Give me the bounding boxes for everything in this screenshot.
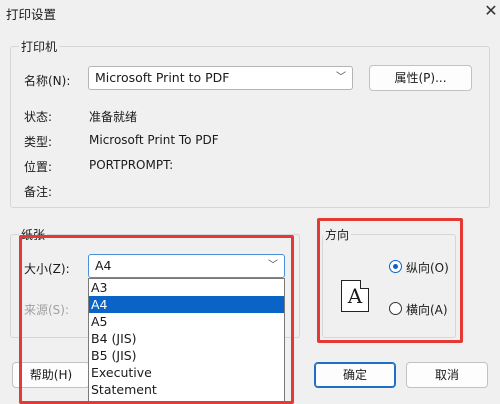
paper-option[interactable]: A3: [89, 279, 284, 296]
printer-name-label: 名称(N):: [24, 74, 71, 88]
paper-size-select[interactable]: A4 ﹀: [88, 254, 285, 278]
portrait-label[interactable]: 纵向(O): [406, 259, 449, 276]
status-value: 准备就绪: [89, 110, 138, 124]
location-value: PORTPROMPT:: [89, 158, 174, 172]
paper-option[interactable]: Statement: [89, 381, 284, 398]
paper-size-value: A4: [95, 258, 112, 273]
paper-option[interactable]: B5 (JIS): [89, 347, 284, 364]
printer-name-value: Microsoft Print to PDF: [95, 70, 230, 85]
paper-size-label: 大小(Z):: [24, 262, 70, 276]
printer-name-select[interactable]: Microsoft Print to PDF ﹀: [88, 66, 353, 90]
chevron-down-icon: ﹀: [336, 72, 346, 83]
comment-label: 备注:: [24, 185, 53, 199]
close-icon[interactable]: ✕: [482, 0, 500, 22]
type-label: 类型:: [24, 135, 53, 149]
paper-legend: 纸张: [19, 226, 48, 243]
chevron-down-icon: ﹀: [268, 260, 278, 271]
properties-button[interactable]: 属性(P)...: [369, 65, 472, 91]
paper-option[interactable]: B4 (JIS): [89, 330, 284, 347]
paper-option[interactable]: Executive: [89, 364, 284, 381]
portrait-radio[interactable]: [389, 260, 402, 273]
printer-legend: 打印机: [19, 38, 60, 55]
orientation-page-icon: A: [341, 280, 369, 312]
cancel-button[interactable]: 取消: [406, 362, 488, 388]
orientation-letter: A: [347, 284, 363, 308]
help-button[interactable]: 帮助(H): [12, 362, 90, 388]
location-label: 位置:: [24, 160, 53, 174]
paper-option[interactable]: A5: [89, 313, 284, 330]
paper-option-selected[interactable]: A4: [89, 296, 284, 313]
paper-size-dropdown: A3 A4 A5 B4 (JIS) B5 (JIS) Executive Sta…: [88, 278, 285, 404]
landscape-radio[interactable]: [389, 302, 402, 315]
orientation-legend: 方向: [323, 226, 352, 243]
ok-button[interactable]: 确定: [314, 362, 396, 388]
landscape-label[interactable]: 横向(A): [406, 301, 448, 318]
window-title: 打印设置: [6, 7, 57, 22]
paper-source-label: 来源(S):: [24, 303, 70, 317]
status-label: 状态:: [24, 110, 53, 124]
type-value: Microsoft Print To PDF: [89, 133, 219, 147]
